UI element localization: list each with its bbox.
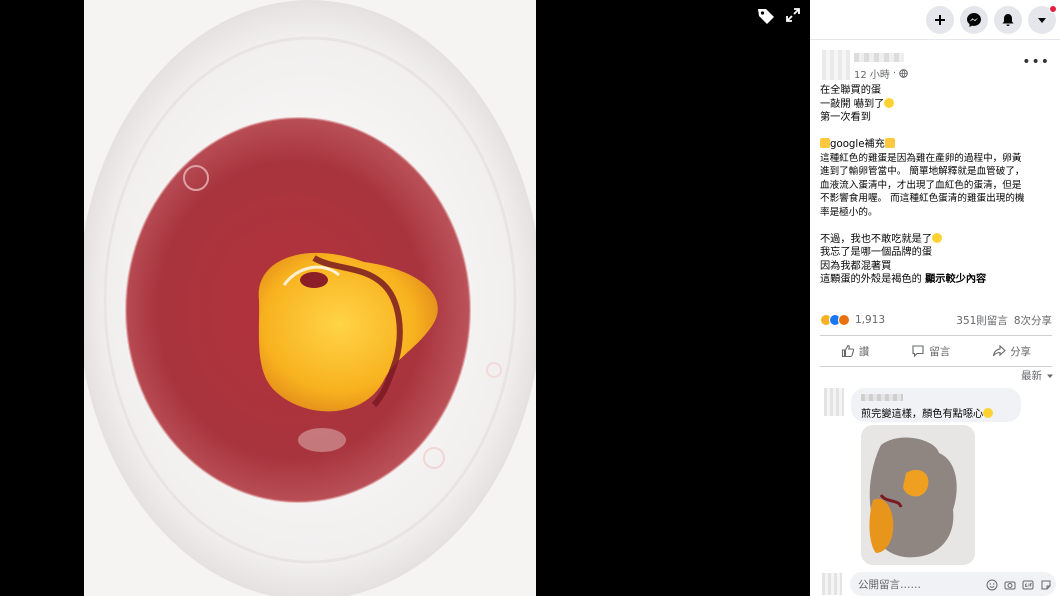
plus-icon <box>935 14 945 25</box>
chevron-down-icon <box>1047 374 1053 378</box>
camera-icon[interactable] <box>1004 576 1016 590</box>
post-side-panel: 12 小時 · ••• 在全聯買的蛋 一敲開 嚇到了 第一次看到 google補… <box>810 0 1060 596</box>
scream-emoji-icon <box>884 97 895 108</box>
comment-bubble: 煎完變這樣，顏色有點噁心 <box>851 388 1021 422</box>
share-label: 分享 <box>1010 345 1032 358</box>
pointing-down-emoji-icon <box>820 138 830 148</box>
messenger-icon <box>967 12 981 27</box>
emoji-picker-icon[interactable] <box>986 576 998 591</box>
post-line: 不影響食用喔。 而這種紅色蛋清的雞蛋出現的機 <box>820 193 1025 204</box>
account-caret-icon <box>1038 17 1046 23</box>
share-button[interactable]: 分享 <box>992 344 1031 359</box>
fried-egg-photo <box>861 425 975 565</box>
grin-emoji-icon <box>932 232 943 243</box>
commenter-name[interactable] <box>861 394 903 401</box>
laughing-emoji-icon <box>983 408 994 418</box>
post-line: 這顆蛋的外殼是褐色的 <box>820 274 926 285</box>
share-arrow-icon <box>993 344 1006 357</box>
account-menu-button[interactable] <box>1028 4 1057 34</box>
composer-tools <box>986 576 1052 591</box>
post-header: 12 小時 · ••• <box>810 40 1060 82</box>
reaction-stats-bar: 1,913 351則留言 8次分享 <box>820 311 1052 329</box>
notifications-button[interactable] <box>994 5 1022 34</box>
post-line: 我忘了是哪一個品牌的蛋 <box>820 247 933 258</box>
notification-dot <box>1049 4 1057 13</box>
post-line: 進到了輸卵管當中。 簡單地解釋就是血管破了， <box>820 166 1025 177</box>
post-line: 血液流入蛋清中，才出現了血紅色的蛋清，但是 <box>820 179 1022 191</box>
comment-photo[interactable] <box>861 425 975 565</box>
comment-text: 煎完變這樣，顏色有點噁心 <box>861 409 984 420</box>
comment-composer: 公開留言…… <box>810 570 1060 596</box>
fullscreen-expand-icon[interactable] <box>784 6 806 28</box>
app-root: 12 小時 · ••• 在全聯買的蛋 一敲開 嚇到了 第一次看到 google補… <box>0 0 1060 596</box>
author-name[interactable] <box>854 53 904 62</box>
post-timestamp[interactable]: 12 小時 · <box>854 66 908 81</box>
thumbs-up-icon <box>841 344 855 358</box>
reactions-count[interactable]: 1,913 <box>855 314 885 326</box>
post-line: 這種紅色的雞蛋是因為雞在產卵的過程中，卵黃 <box>820 152 1022 164</box>
sort-label: 最新 <box>1021 370 1042 382</box>
notifications-bell-icon <box>1002 13 1014 26</box>
comment-label: 留言 <box>929 345 951 358</box>
sticker-icon[interactable] <box>1040 576 1052 590</box>
photo-viewer <box>0 0 810 596</box>
post-line: 不過，我也不敢吃就是了 <box>820 233 933 245</box>
post-photo[interactable] <box>84 0 536 596</box>
commenter-avatar[interactable] <box>824 388 844 416</box>
like-button[interactable]: 讚 <box>841 344 870 359</box>
messenger-button[interactable] <box>960 5 988 34</box>
tag-icon[interactable] <box>756 6 778 28</box>
comments-count[interactable]: 351則留言 <box>956 313 1008 328</box>
post-line: google補充 <box>830 139 885 150</box>
pointing-down-emoji-icon <box>884 138 895 148</box>
gif-icon[interactable] <box>1022 576 1034 590</box>
like-label: 讚 <box>858 345 870 358</box>
comment-input-placeholder: 公開留言…… <box>858 578 921 591</box>
post-line: 率是極小的。 <box>820 206 878 218</box>
post-line: 第一次看到 <box>820 112 871 123</box>
egg-bowl-photo <box>84 0 536 596</box>
post-body: 在全聯買的蛋 一敲開 嚇到了 第一次看到 google補充 這種紅色的雞蛋是因為… <box>810 82 1060 287</box>
my-avatar[interactable] <box>822 573 842 595</box>
post-options-button[interactable]: ••• <box>1022 55 1050 69</box>
create-plus-button[interactable] <box>926 5 954 34</box>
angry-reaction-icon <box>838 314 850 326</box>
comment-button[interactable]: 留言 <box>911 344 950 359</box>
shares-count[interactable]: 8次分享 <box>1014 313 1052 328</box>
post-action-bar: 讚 留言 分享 <box>820 335 1052 367</box>
globe-icon <box>899 69 908 78</box>
post-line: 因為我都混著買 <box>820 260 892 272</box>
timestamp-text: 12 小時 <box>854 70 890 81</box>
post-line: 在全聯買的蛋 <box>820 85 882 96</box>
comment-sort-dropdown[interactable]: 最新 <box>1021 368 1054 383</box>
top-nav-bar <box>810 0 1060 40</box>
see-less-link[interactable]: 顯示較少內容 <box>925 274 986 285</box>
comment-bubble-icon <box>912 345 924 358</box>
author-avatar[interactable] <box>822 50 850 80</box>
post-line: 一敲開 嚇到了 <box>820 98 885 110</box>
